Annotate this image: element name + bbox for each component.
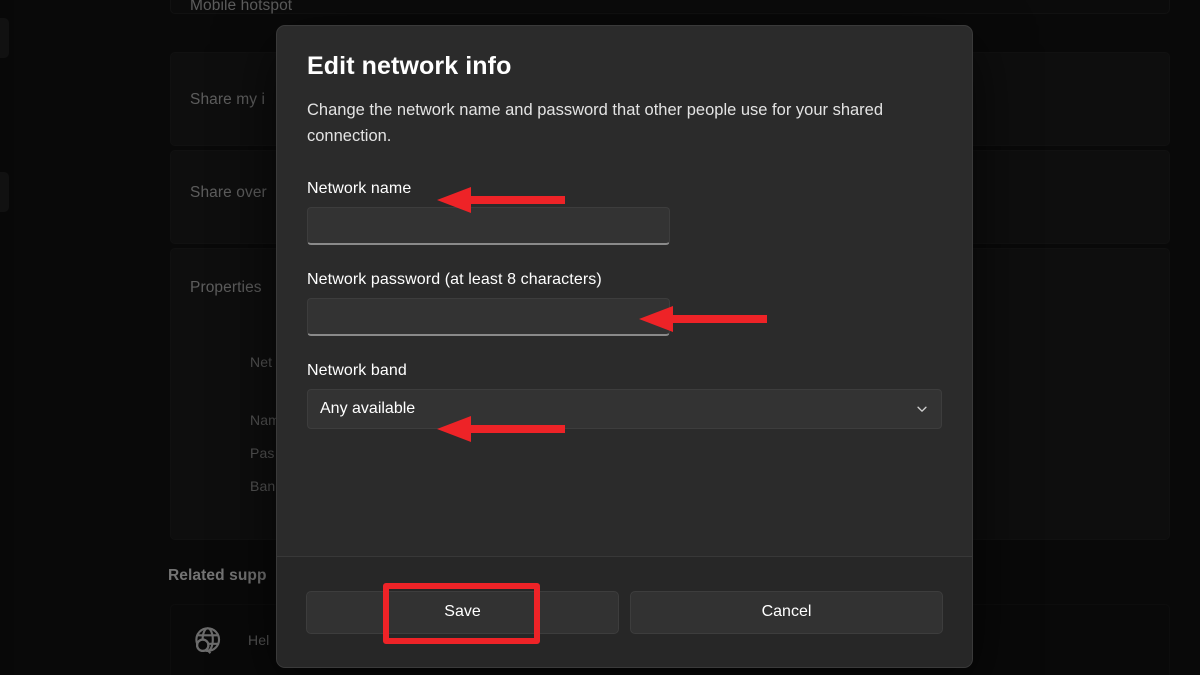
dialog-title: Edit network info bbox=[307, 52, 942, 81]
network-password-label: Network password (at least 8 characters) bbox=[307, 271, 942, 289]
network-name-field: Network name bbox=[307, 180, 942, 245]
cancel-button[interactable]: Cancel bbox=[630, 591, 943, 634]
edit-network-info-dialog: Edit network info Change the network nam… bbox=[276, 25, 973, 668]
dialog-footer: Save Cancel bbox=[277, 556, 972, 667]
network-password-field: Network password (at least 8 characters) bbox=[307, 271, 942, 336]
dialog-description: Change the network name and password tha… bbox=[307, 98, 942, 149]
network-name-input[interactable] bbox=[307, 207, 670, 245]
network-band-selected-value: Any available bbox=[320, 400, 915, 418]
save-button[interactable]: Save bbox=[306, 591, 619, 634]
network-band-select[interactable]: Any available bbox=[307, 389, 942, 429]
network-name-label: Network name bbox=[307, 180, 942, 198]
network-band-field: Network band Any available bbox=[307, 362, 942, 429]
network-password-input[interactable] bbox=[307, 298, 670, 336]
dialog-body: Edit network info Change the network nam… bbox=[277, 26, 972, 558]
chevron-down-icon bbox=[915, 402, 929, 416]
network-band-label: Network band bbox=[307, 362, 942, 380]
screen: Mobile hotspot Share my i Share over Pro… bbox=[0, 0, 1200, 675]
